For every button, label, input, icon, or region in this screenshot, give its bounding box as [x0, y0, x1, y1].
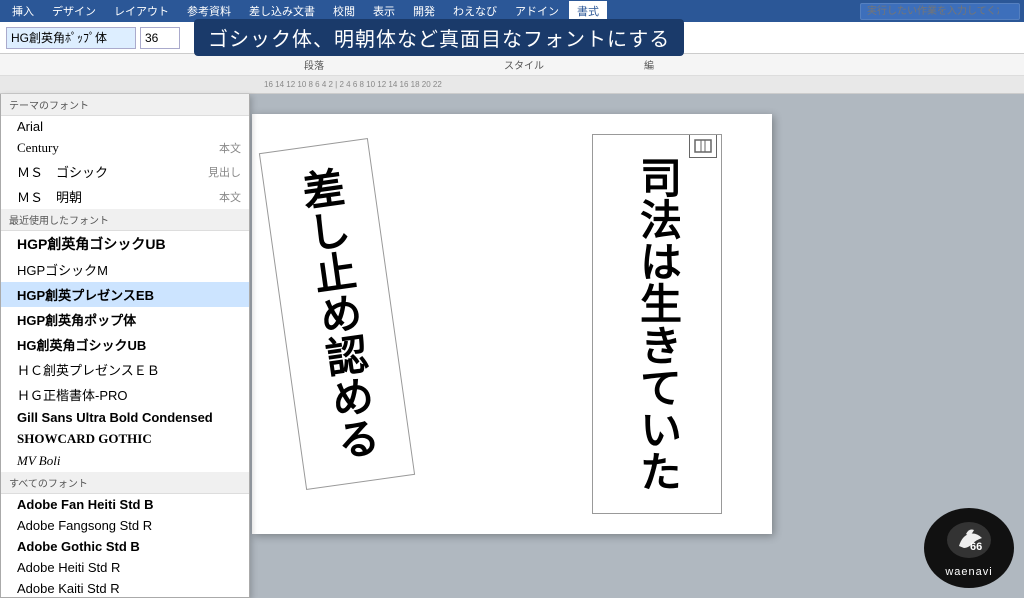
ribbon-tab-layout[interactable]: レイアウト	[106, 1, 177, 21]
font-item-adobe-kaiti[interactable]: Adobe Kaiti Std R	[1, 578, 249, 598]
ribbon-tab-review[interactable]: 校閲	[325, 1, 363, 21]
font-item-ms-gothic[interactable]: ＭＳ ゴシック 見出し	[1, 159, 249, 184]
toolbar-row: ゴシック体、明朝体など真面目なフォントにする	[0, 22, 1024, 54]
font-item-adobe-fan-heiti[interactable]: Adobe Fan Heiti Std B	[1, 494, 249, 515]
font-item-ms-mincho[interactable]: ＭＳ 明朝 本文	[1, 184, 249, 209]
sub-toolbar-edit: 編	[644, 57, 654, 72]
right-card-text: 司法は生きていた	[627, 156, 688, 492]
font-item-hc-pres[interactable]: ＨＣ創英プレゼンスＥＢ	[1, 357, 249, 382]
font-item-adobe-heiti[interactable]: Adobe Heiti Std R	[1, 557, 249, 578]
font-item-hgp-gothic-m[interactable]: HGPゴシックM	[1, 257, 249, 282]
svg-text:66: 66	[970, 541, 982, 553]
font-item-adobe-fangsong[interactable]: Adobe Fangsong Std R	[1, 515, 249, 536]
ribbon-tab-view[interactable]: 表示	[365, 1, 403, 21]
font-item-hg-gothic-ub[interactable]: HG創英角ゴシックUB	[1, 332, 249, 357]
left-text-card: 差し止め認める	[259, 138, 415, 490]
font-name-input[interactable]	[6, 27, 136, 49]
waenavi-label: waenavi	[945, 566, 992, 578]
font-size-input[interactable]	[140, 27, 180, 49]
ribbon-tab-design[interactable]: デザイン	[44, 1, 104, 21]
waenavi-bird-icon: 66	[944, 518, 994, 562]
font-item-hg-kaisho[interactable]: ＨＧ正楷書体-PRO	[1, 382, 249, 407]
left-card-text: 差し止め認める	[286, 164, 387, 464]
font-item-showcard-gothic[interactable]: SHOWCARD GOTHIC	[1, 428, 249, 450]
all-fonts-header: すべてのフォント	[1, 472, 249, 494]
ribbon-tab-mailings[interactable]: 差し込み文書	[241, 1, 323, 21]
recent-fonts-header: 最近使用したフォント	[1, 209, 249, 231]
ribbon-tab-addins[interactable]: アドイン	[507, 1, 567, 21]
ribbon-tab-developer[interactable]: 開発	[405, 1, 443, 21]
font-item-arial[interactable]: Arial	[1, 116, 249, 137]
font-item-adobe-gothic[interactable]: Adobe Gothic Std B	[1, 536, 249, 557]
font-item-hgp-pres-eb[interactable]: HGP創英プレゼンスEB	[1, 282, 249, 307]
sub-toolbar-style: スタイル	[504, 57, 544, 72]
font-item-hgp-pop[interactable]: HGP創英角ポップ体	[1, 307, 249, 332]
ribbon-tab-references[interactable]: 参考資料	[179, 1, 239, 21]
ribbon-tab-waenabi[interactable]: わえなび	[445, 1, 505, 21]
font-item-hgp-gothic-ub[interactable]: HGP創英角ゴシックUB	[1, 231, 249, 257]
ribbon-search-input[interactable]	[860, 3, 1020, 20]
waenavi-logo: 66 waenavi	[924, 508, 1014, 588]
right-text-card: 司法は生きていた	[592, 134, 722, 514]
font-item-century[interactable]: Century 本文	[1, 137, 249, 159]
main-area: テーマのフォント Arial Century 本文 ＭＳ ゴシック 見出し ＭＳ…	[0, 94, 1024, 598]
document-page: 差し止め認める 司法は生きていた	[252, 114, 772, 534]
font-item-gill-sans[interactable]: Gill Sans Ultra Bold Condensed	[1, 407, 249, 428]
ribbon-tab-format[interactable]: 書式	[569, 1, 607, 21]
ribbon-tab-insert[interactable]: 挿入	[4, 1, 42, 21]
font-dropdown: テーマのフォント Arial Century 本文 ＭＳ ゴシック 見出し ＭＳ…	[0, 94, 250, 598]
tooltip-banner: ゴシック体、明朝体など真面目なフォントにする	[194, 19, 684, 56]
font-item-mv-boli[interactable]: MV Boli	[1, 450, 249, 472]
theme-fonts-header: テーマのフォント	[1, 94, 249, 116]
sub-toolbar: 段落 スタイル 編	[0, 54, 1024, 76]
sub-toolbar-paragraph: 段落	[304, 57, 324, 72]
ruler-area: 16 14 12 10 8 6 4 2 | 2 4 6 8 10 12 14 1…	[0, 76, 1024, 94]
